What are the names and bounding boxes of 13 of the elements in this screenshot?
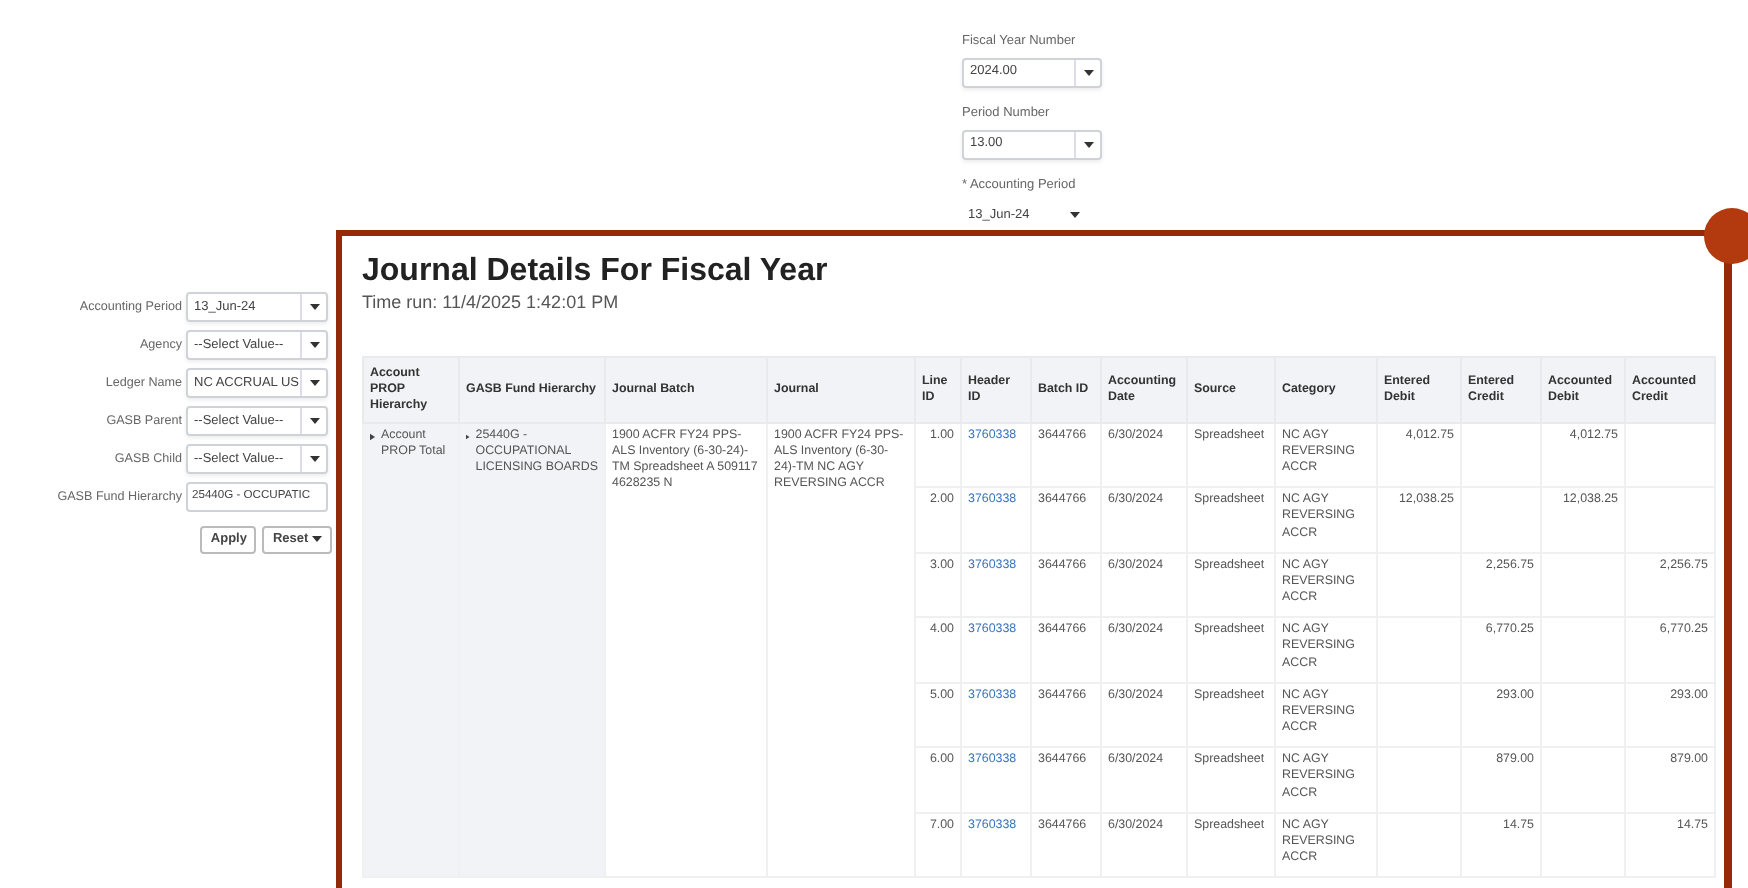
caret-icon <box>1084 141 1094 147</box>
caret-icon <box>310 418 320 424</box>
time-run-text: Time run: 11/4/2025 1:42:01 PM <box>362 290 621 317</box>
caret-icon <box>312 535 322 542</box>
report-title: Journal Details For Fiscal Year <box>362 254 830 291</box>
caret-icon <box>310 342 320 348</box>
caret-icon <box>1084 69 1094 76</box>
expand-icon[interactable] <box>370 431 376 442</box>
caret-icon <box>310 456 320 462</box>
caret-icon <box>1070 211 1080 218</box>
caret-icon <box>310 380 320 386</box>
caret-icon <box>310 304 320 310</box>
callout-badge <box>1704 208 1748 264</box>
